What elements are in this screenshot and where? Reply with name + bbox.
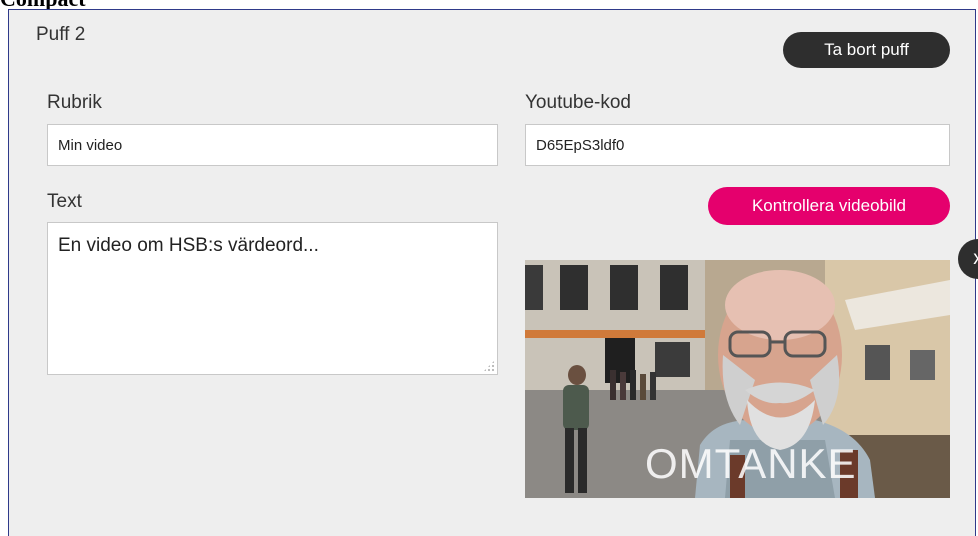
text-label: Text — [47, 191, 82, 212]
video-thumbnail: OMTANKE — [525, 260, 950, 498]
youtube-code-input[interactable]: D65EpS3ldf0 — [525, 124, 950, 166]
text-area[interactable]: En video om HSB:s värdeord... — [47, 222, 498, 375]
rubrik-label: Rubrik — [47, 92, 102, 113]
youtube-code-value: D65EpS3ldf0 — [536, 136, 625, 154]
resize-grip-icon[interactable] — [483, 360, 495, 372]
close-icon: x — [973, 248, 978, 269]
text-area-value: En video om HSB:s värdeord... — [58, 235, 319, 256]
rubrik-input-value: Min video — [58, 136, 123, 154]
remove-puff-button[interactable]: Ta bort puff — [783, 32, 950, 68]
video-caption: OMTANKE — [645, 440, 857, 487]
rubrik-input[interactable]: Min video — [47, 124, 498, 166]
puff-title: Puff 2 — [36, 24, 86, 45]
check-video-image-button[interactable]: Kontrollera videobild — [708, 187, 950, 225]
youtube-label: Youtube-kod — [525, 92, 632, 113]
